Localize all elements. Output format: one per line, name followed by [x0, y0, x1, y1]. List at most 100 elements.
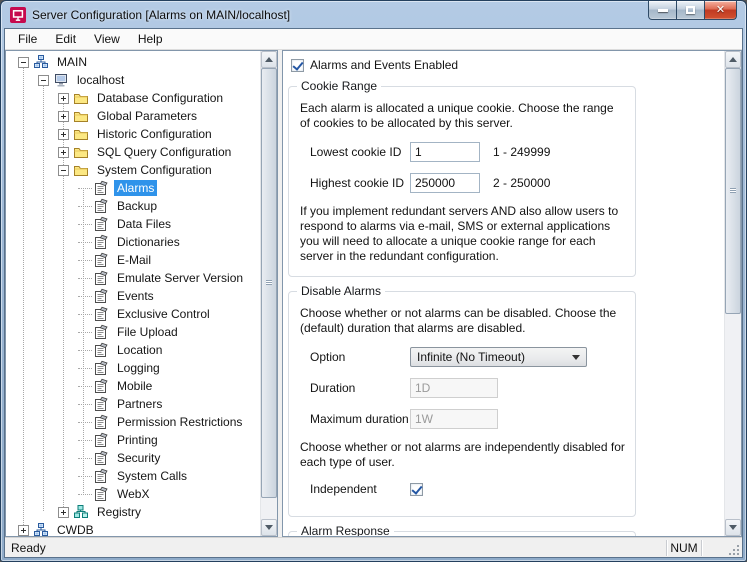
- tree-item-database-configuration[interactable]: Database Configuration: [6, 89, 260, 107]
- tree-item-system-calls[interactable]: System Calls: [6, 467, 260, 485]
- disable-alarms-group: Disable Alarms Choose whether or not ala…: [288, 291, 636, 517]
- scroll-up-button[interactable]: [261, 51, 277, 68]
- independent-checkbox[interactable]: [410, 483, 423, 496]
- titlebar[interactable]: Server Configuration [Alarms on MAIN/loc…: [1, 1, 746, 28]
- status-bar: Ready NUM: [5, 537, 742, 557]
- disable-option-select[interactable]: Infinite (No Timeout): [410, 347, 587, 367]
- expand-plus-icon[interactable]: [58, 111, 69, 122]
- collapse-minus-icon[interactable]: [18, 57, 29, 68]
- tree-item-registry[interactable]: Registry: [6, 503, 260, 521]
- alarms-and-events-enabled-row[interactable]: Alarms and Events Enabled: [291, 58, 724, 72]
- expand-plus-icon[interactable]: [58, 129, 69, 140]
- tree-connector: [78, 206, 92, 207]
- tree-item-label: SQL Query Configuration: [94, 144, 234, 160]
- tree-item-label: Database Configuration: [94, 90, 226, 106]
- tree-connector: [78, 296, 92, 297]
- tree-item-permission-restrictions[interactable]: Permission Restrictions: [6, 413, 260, 431]
- tree-item-partners[interactable]: Partners: [6, 395, 260, 413]
- tree-item-webx[interactable]: WebX: [6, 485, 260, 503]
- minimize-button[interactable]: [648, 1, 677, 20]
- scrollbar-thumb[interactable]: [261, 68, 277, 498]
- settings-page-icon: [93, 432, 109, 448]
- scroll-down-button[interactable]: [261, 519, 277, 536]
- expand-plus-icon[interactable]: [18, 525, 29, 536]
- tree-item-logging[interactable]: Logging: [6, 359, 260, 377]
- tree-connector: [63, 98, 64, 512]
- tree-item-label: Security: [114, 450, 163, 466]
- highest-cookie-row: Highest cookie ID 2 - 250000: [310, 173, 625, 193]
- lowest-cookie-input[interactable]: [410, 142, 480, 162]
- collapse-minus-icon[interactable]: [38, 75, 49, 86]
- cookie-range-intro: Each alarm is allocated a unique cookie.…: [300, 101, 625, 131]
- tree-item-label: Location: [114, 342, 165, 358]
- folder-icon: [73, 108, 89, 124]
- resize-grip[interactable]: [728, 544, 740, 556]
- tree-connector: [23, 62, 24, 530]
- independent-label: Independent: [310, 482, 410, 496]
- group-title: Disable Alarms: [297, 284, 385, 298]
- scrollbar-thumb[interactable]: [725, 68, 741, 314]
- tree-connector: [78, 314, 92, 315]
- tree-item-main[interactable]: MAIN: [6, 53, 260, 71]
- option-label: Option: [310, 350, 410, 364]
- tree-item-sql-query-configuration[interactable]: SQL Query Configuration: [6, 143, 260, 161]
- tree-connector: [78, 188, 92, 189]
- selected-option: Infinite (No Timeout): [417, 350, 572, 364]
- settings-page-icon: [93, 288, 109, 304]
- tree-item-emulate-server-version[interactable]: Emulate Server Version: [6, 269, 260, 287]
- tree-connector: [78, 368, 92, 369]
- config-tree-pane: MAINlocalhostDatabase ConfigurationGloba…: [5, 50, 278, 537]
- menu-view[interactable]: View: [85, 30, 129, 48]
- tree-vertical-scrollbar[interactable]: [260, 51, 277, 536]
- tree-item-data-files[interactable]: Data Files: [6, 215, 260, 233]
- tree-item-label: Dictionaries: [114, 234, 183, 250]
- menu-file[interactable]: File: [9, 30, 46, 48]
- tree-item-printing[interactable]: Printing: [6, 431, 260, 449]
- tree-item-label: System Calls: [114, 468, 190, 484]
- menu-edit[interactable]: Edit: [46, 30, 85, 48]
- highest-cookie-input[interactable]: [410, 173, 480, 193]
- server-configuration-window: Server Configuration [Alarms on MAIN/loc…: [0, 0, 747, 562]
- tree-item-label: Registry: [94, 504, 144, 520]
- settings-vertical-scrollbar[interactable]: [724, 51, 741, 536]
- tree-item-system-configuration[interactable]: System Configuration: [6, 161, 260, 179]
- expand-plus-icon[interactable]: [58, 147, 69, 158]
- scroll-up-button[interactable]: [725, 51, 741, 68]
- tree-connector: [78, 476, 92, 477]
- tree-item-events[interactable]: Events: [6, 287, 260, 305]
- tree-item-localhost[interactable]: localhost: [6, 71, 260, 89]
- tree-item-security[interactable]: Security: [6, 449, 260, 467]
- maximize-button[interactable]: [677, 1, 704, 20]
- folder-icon: [73, 162, 89, 178]
- alarms-enabled-checkbox[interactable]: [291, 59, 304, 72]
- tree-connector: [78, 278, 92, 279]
- tree-item-exclusive-control[interactable]: Exclusive Control: [6, 305, 260, 323]
- lowest-cookie-row: Lowest cookie ID 1 - 249999: [310, 142, 625, 162]
- tree-item-mobile[interactable]: Mobile: [6, 377, 260, 395]
- tree-item-label: WebX: [114, 486, 152, 502]
- tree-item-backup[interactable]: Backup: [6, 197, 260, 215]
- tree-item-cwdb[interactable]: CWDB: [6, 521, 260, 536]
- thumb-grip-icon: [266, 280, 272, 285]
- close-button[interactable]: ✕: [704, 1, 737, 20]
- tree-item-dictionaries[interactable]: Dictionaries: [6, 233, 260, 251]
- tree-item-historic-configuration[interactable]: Historic Configuration: [6, 125, 260, 143]
- expand-plus-icon[interactable]: [58, 93, 69, 104]
- tree-connector: [78, 332, 92, 333]
- tree-item-alarms[interactable]: Alarms: [6, 179, 260, 197]
- tree-item-location[interactable]: Location: [6, 341, 260, 359]
- collapse-minus-icon[interactable]: [58, 165, 69, 176]
- tree-item-file-upload[interactable]: File Upload: [6, 323, 260, 341]
- status-separator: [701, 540, 702, 556]
- scroll-down-button[interactable]: [725, 519, 741, 536]
- maximize-icon: [686, 6, 695, 14]
- tree-item-label: Alarms: [114, 180, 157, 196]
- settings-page-icon: [93, 342, 109, 358]
- settings-page-icon: [93, 450, 109, 466]
- expand-plus-icon[interactable]: [58, 507, 69, 518]
- settings-page-icon: [93, 216, 109, 232]
- tree-item-e-mail[interactable]: E-Mail: [6, 251, 260, 269]
- tree-item-global-parameters[interactable]: Global Parameters: [6, 107, 260, 125]
- menu-help[interactable]: Help: [129, 30, 172, 48]
- settings-page-icon: [93, 270, 109, 286]
